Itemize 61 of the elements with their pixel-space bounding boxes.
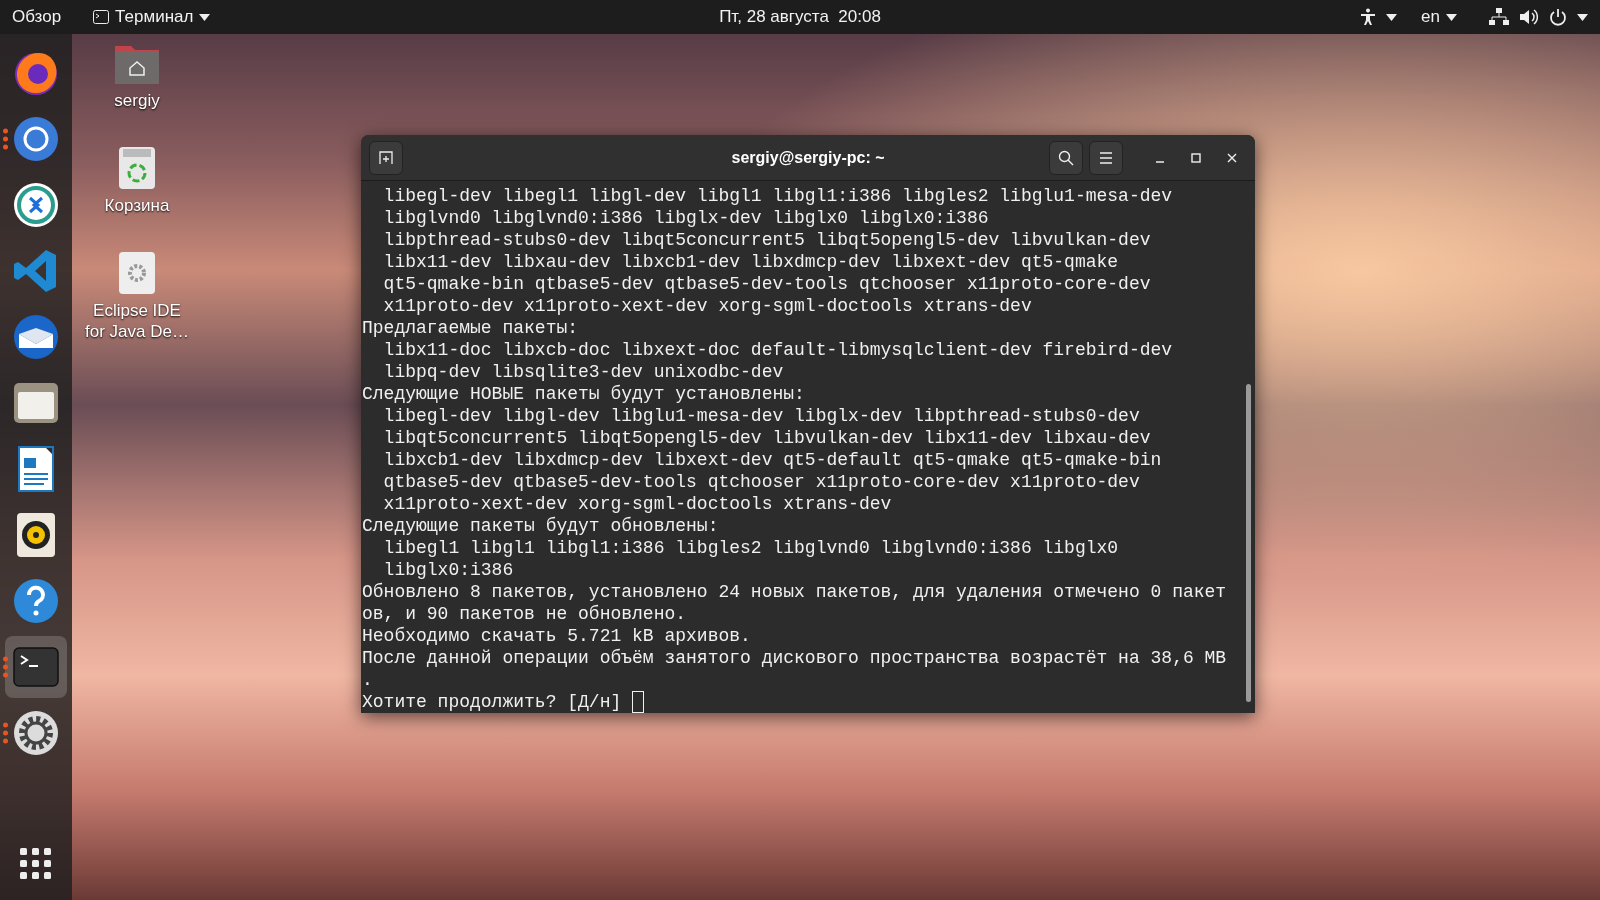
terminal-line: После данной операции объём занятого дискового пространства возрастёт на 38,6 MB — [362, 647, 1228, 669]
network-icon[interactable] — [1489, 8, 1509, 26]
caret-icon — [199, 13, 211, 21]
terminal-line: libx11-dev libxau-dev libxcb1-dev libxdmcp-dev libxext-dev qt5-qmake — [382, 251, 1120, 273]
language-menu[interactable]: en — [1421, 7, 1457, 27]
terminal-line: libpthread-stubs0-dev libqt5concurrent5 libqt5opengl5-dev libvulkan-dev — [382, 229, 1152, 251]
desktop-icon-label[interactable]: Корзина — [85, 195, 189, 216]
terminal-cursor — [632, 691, 645, 713]
desktop-icon-label[interactable]: Eclipse IDE for Java De… — [85, 300, 189, 342]
terminal-line: Следующие пакеты будут обновлены: — [362, 515, 720, 537]
menu-icon — [1099, 151, 1113, 164]
menu-button[interactable] — [1089, 140, 1123, 175]
terminal-line: libpq-dev libsqlite3-dev unixodbc-dev — [382, 361, 785, 383]
caret-icon — [1577, 13, 1588, 21]
app-menu[interactable]: Терминал — [93, 7, 211, 27]
scrollbar[interactable] — [1246, 384, 1251, 702]
window-title: sergiy@sergiy-pc: ~ — [731, 148, 885, 167]
gear-file-icon[interactable] — [117, 250, 157, 296]
running-indicator — [3, 722, 8, 744]
terminal-line: Необходимо скачать 5.721 kB архивов. — [362, 625, 752, 647]
volume-icon[interactable] — [1519, 8, 1539, 26]
new-tab-button[interactable] — [369, 140, 403, 175]
accessibility-icon[interactable] — [1360, 8, 1377, 26]
terminal-line: . — [362, 669, 374, 691]
maximize-icon — [1191, 152, 1201, 163]
terminal-icon — [93, 10, 110, 24]
minimize-icon — [1155, 160, 1165, 163]
terminal-line: ов, и 90 пакетов не обновлено. — [362, 603, 688, 625]
terminal-line: Следующие НОВЫЕ пакеты будут установлены: — [362, 383, 806, 405]
running-indicator — [3, 128, 8, 150]
terminal-line: libegl-dev libgl-dev libglu1-mesa-dev libglx-dev libpthread-stubs0-dev — [382, 405, 1141, 427]
terminal-line: qt5-qmake-bin qtbase5-dev qtbase5-dev-tools qtchooser x11proto-core-dev — [382, 273, 1152, 295]
terminal-line: libegl-dev libegl1 libgl-dev libgl1 libgl1:i386 libgles2 libglu1-mesa-dev — [382, 185, 1174, 207]
terminal-line: libglx0:i386 — [382, 559, 515, 581]
desktop-icon-label[interactable]: sergiy — [85, 90, 189, 111]
terminal-line: libqt5concurrent5 libqt5opengl5-dev libvulkan-dev libx11-dev libxau-dev — [382, 427, 1152, 449]
mail-icon[interactable] — [11, 312, 61, 362]
close-icon — [1227, 152, 1237, 163]
power-icon[interactable] — [1549, 8, 1567, 26]
caret-icon — [1446, 13, 1457, 21]
caret-icon — [1386, 13, 1398, 21]
help-icon[interactable] — [11, 576, 61, 626]
running-indicator — [3, 656, 8, 678]
terminal-line: libegl1 libgl1 libgl1:i386 libgles2 libglvnd0 libglvnd0:i386 libglx0 — [382, 537, 1120, 559]
terminal-line: qtbase5-dev qtbase5-dev-tools qtchooser x11proto-core-dev x11proto-dev — [382, 471, 1141, 493]
terminal-line: libglvnd0 libglvnd0:i386 libglx-dev libglx0 libglx0:i386 — [382, 207, 990, 229]
terminal-prompt: Хотите продолжить? [Д/н] — [362, 691, 622, 713]
terminal-line: Обновлено 8 пакетов, установлено 24 новых пакетов, для удаления отмечено 0 пакет — [362, 581, 1228, 603]
trash-icon[interactable] — [117, 145, 157, 191]
app-grid-icon[interactable] — [20, 848, 52, 880]
terminal-line: x11proto-dev x11proto-xext-dev xorg-sgml-doctools xtrans-dev — [382, 295, 1033, 317]
terminal-line: libxcb1-dev libxdmcp-dev libxext-dev qt5-default qt5-qmake qt5-qmake-bin — [382, 449, 1163, 471]
clock[interactable]: Пт, 28 августа 20:08 — [719, 7, 881, 27]
terminal-line: Предлагаемые пакеты: — [362, 317, 580, 339]
search-button[interactable] — [1049, 140, 1083, 175]
gear-icon[interactable] — [11, 708, 61, 758]
terminal-line: libx11-doc libxcb-doc libxext-doc default-libmysqlclient-dev firebird-dev — [382, 339, 1174, 361]
activities-button[interactable]: Обзор — [12, 7, 62, 27]
new-tab-icon — [379, 150, 393, 165]
terminal-line: x11proto-xext-dev xorg-sgml-doctools xtrans-dev — [382, 493, 893, 515]
search-icon — [1058, 149, 1074, 166]
